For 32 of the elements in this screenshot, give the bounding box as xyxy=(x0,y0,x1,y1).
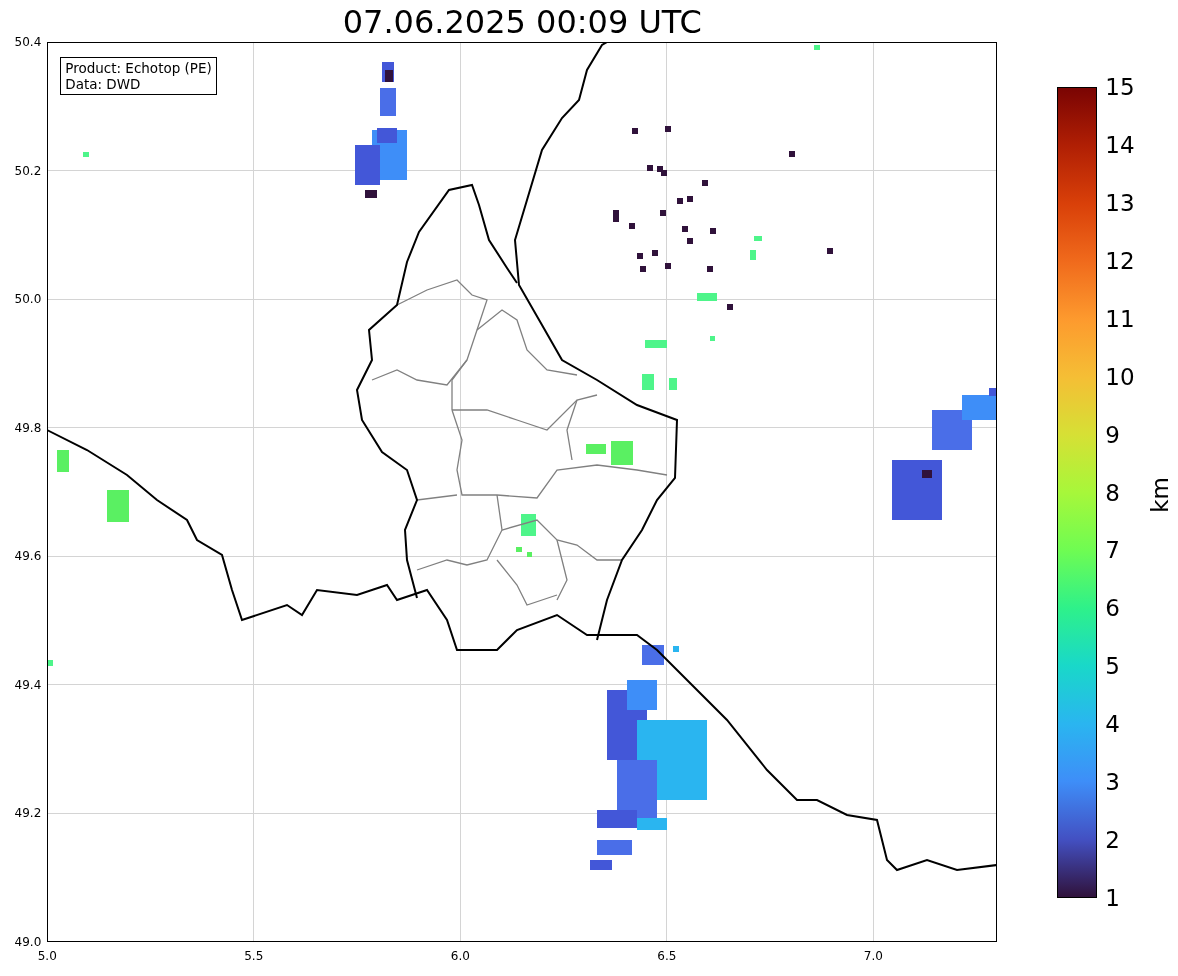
colorbar-label: 8 xyxy=(1105,481,1120,504)
colorbar-label: 15 xyxy=(1105,75,1135,99)
colorbar-label: 10 xyxy=(1105,365,1135,389)
colorbar-label: 7 xyxy=(1105,538,1120,562)
chart-title: 07.06.2025 00:09 UTC xyxy=(341,2,703,42)
x-axis-label: 6.5 xyxy=(657,949,677,963)
info-text: Data: DWD xyxy=(65,76,142,92)
y-axis-label: 49.4 xyxy=(14,678,42,691)
colorbar-label: 13 xyxy=(1105,191,1135,215)
colorbar-label: 3 xyxy=(1105,770,1120,794)
y-axis-label: 49.0 xyxy=(14,936,42,948)
x-axis-label: 6.0 xyxy=(450,949,470,963)
y-axis-label: 49.2 xyxy=(14,807,42,820)
colorbar-label: 14 xyxy=(1105,133,1135,157)
x-axis-label: 5.5 xyxy=(244,949,264,963)
colorbar-label: 1 xyxy=(1105,886,1120,910)
colorbar-label: 6 xyxy=(1105,596,1120,620)
colorbar-label: 9 xyxy=(1105,423,1120,447)
colorbar-label: 4 xyxy=(1105,712,1120,736)
x-axis-label: 7.0 xyxy=(863,949,883,963)
colorbar-unit-label: km xyxy=(1147,477,1174,513)
info-text: Product: Echotop (PE) xyxy=(65,60,212,76)
y-axis-label: 50.4 xyxy=(14,36,42,48)
x-axis-label: 5.0 xyxy=(37,949,57,963)
colorbar-label: 2 xyxy=(1105,828,1120,852)
y-axis-label: 49.8 xyxy=(14,421,42,434)
colorbar-label: 5 xyxy=(1105,654,1120,678)
y-axis-label: 50.2 xyxy=(14,164,42,177)
y-axis-label: 49.6 xyxy=(14,550,42,563)
colorbar-label: 11 xyxy=(1105,307,1135,331)
y-axis-label: 50.0 xyxy=(14,293,42,306)
colorbar-label: 12 xyxy=(1105,249,1135,273)
